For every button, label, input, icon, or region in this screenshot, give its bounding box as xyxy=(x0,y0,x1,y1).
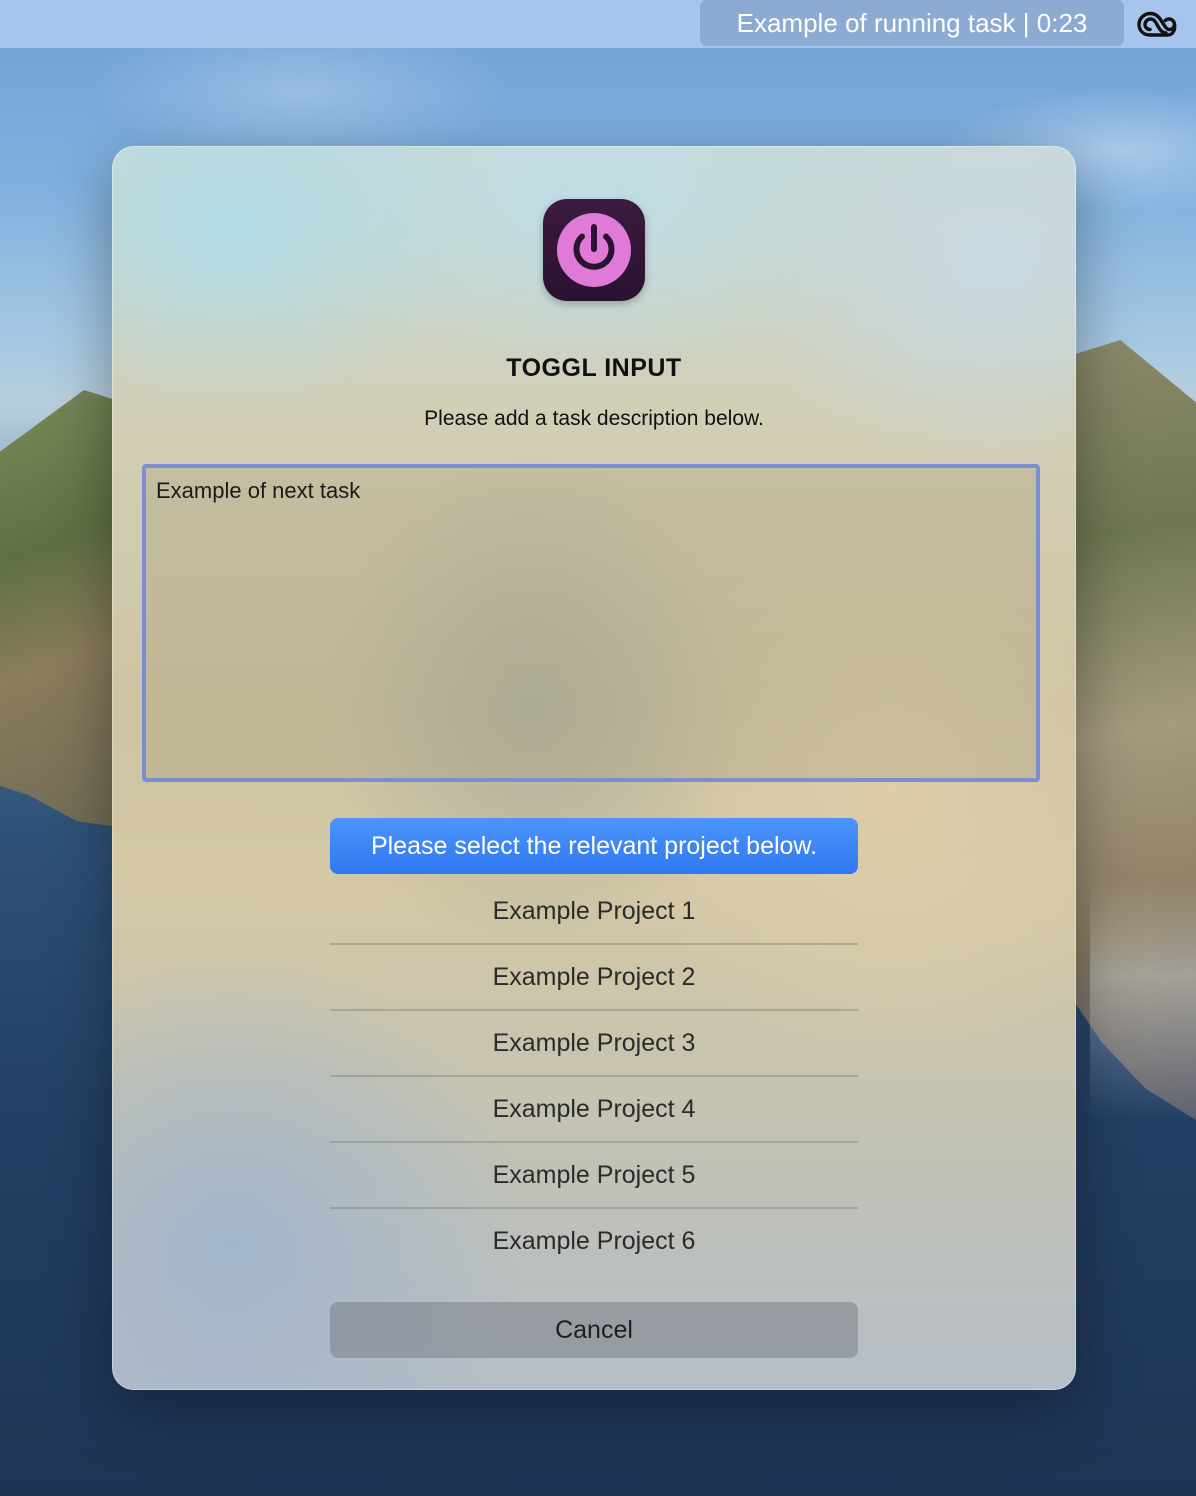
creative-cloud-icon[interactable] xyxy=(1136,6,1178,42)
project-list: Example Project 1 Example Project 2 Exam… xyxy=(330,879,858,1275)
dialog-title: TOGGL INPUT xyxy=(506,354,682,382)
ocean-foam xyxy=(1090,880,1196,1120)
project-item-4[interactable]: Example Project 4 xyxy=(330,1077,858,1143)
menu-bar: Example of running task | 0:23 xyxy=(0,0,1196,48)
project-item-1[interactable]: Example Project 1 xyxy=(330,879,858,945)
project-item-3[interactable]: Example Project 3 xyxy=(330,1011,858,1077)
project-item-5[interactable]: Example Project 5 xyxy=(330,1143,858,1209)
toggl-input-dialog: TOGGL INPUT Please add a task descriptio… xyxy=(112,146,1076,1390)
cancel-button[interactable]: Cancel xyxy=(330,1302,858,1358)
running-task-status-item[interactable]: Example of running task | 0:23 xyxy=(700,0,1124,46)
task-description-input[interactable]: Example of next task xyxy=(142,464,1040,782)
project-list-header: Please select the relevant project below… xyxy=(330,818,858,874)
dialog-subtitle: Please add a task description below. xyxy=(424,407,764,430)
project-item-2[interactable]: Example Project 2 xyxy=(330,945,858,1011)
project-item-6[interactable]: Example Project 6 xyxy=(330,1209,858,1275)
toggl-power-icon xyxy=(543,199,645,301)
